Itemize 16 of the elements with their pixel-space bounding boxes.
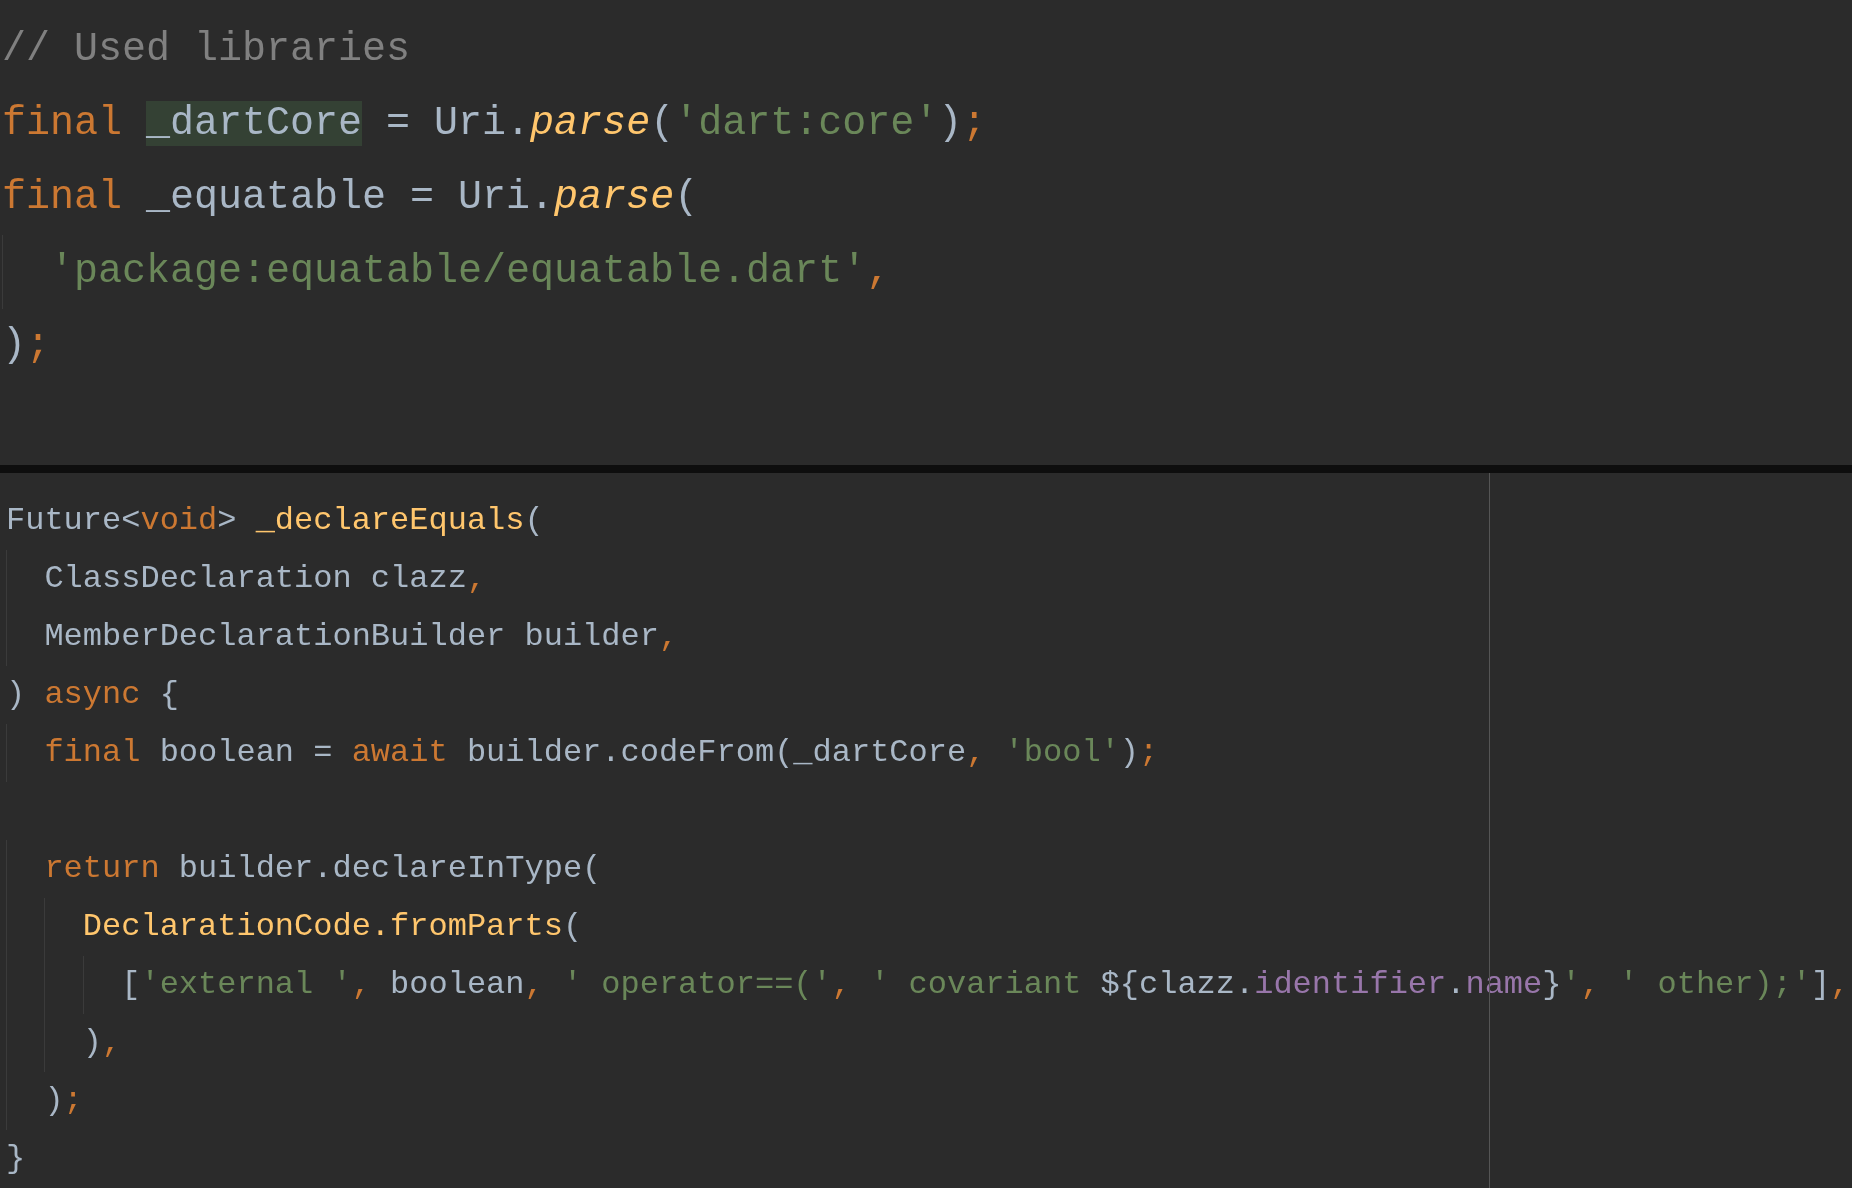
code-line: MemberDeclarationBuilder builder, <box>6 608 679 666</box>
code-line: final boolean = await builder.codeFrom(_dartCore, 'bool'); <box>6 724 1159 782</box>
code-line: final _dartCore = Uri.parse('dart:core'); <box>2 100 987 148</box>
code-line: Future<void> _declareEquals( <box>6 501 544 541</box>
code-line: ['external ', boolean, ' operator==(', ' covariant ${clazz.identifier.name}', ' other);'], <box>6 956 1850 1014</box>
code-line: final _equatable = Uri.parse( <box>2 174 699 222</box>
code-line: 'package:equatable/equatable.dart', <box>2 235 891 309</box>
code-line: } <box>6 1139 26 1179</box>
code-line: // Used libraries <box>2 26 411 74</box>
code-line: ) async { <box>6 675 179 715</box>
code-line: return builder.declareInType( <box>6 840 602 898</box>
code-line: ), <box>6 1014 122 1072</box>
code-line: ClassDeclaration clazz, <box>6 550 487 608</box>
code-line: ); <box>6 1072 83 1130</box>
code-line: DeclarationCode.fromParts( <box>6 898 583 956</box>
code-line: ); <box>2 322 51 370</box>
